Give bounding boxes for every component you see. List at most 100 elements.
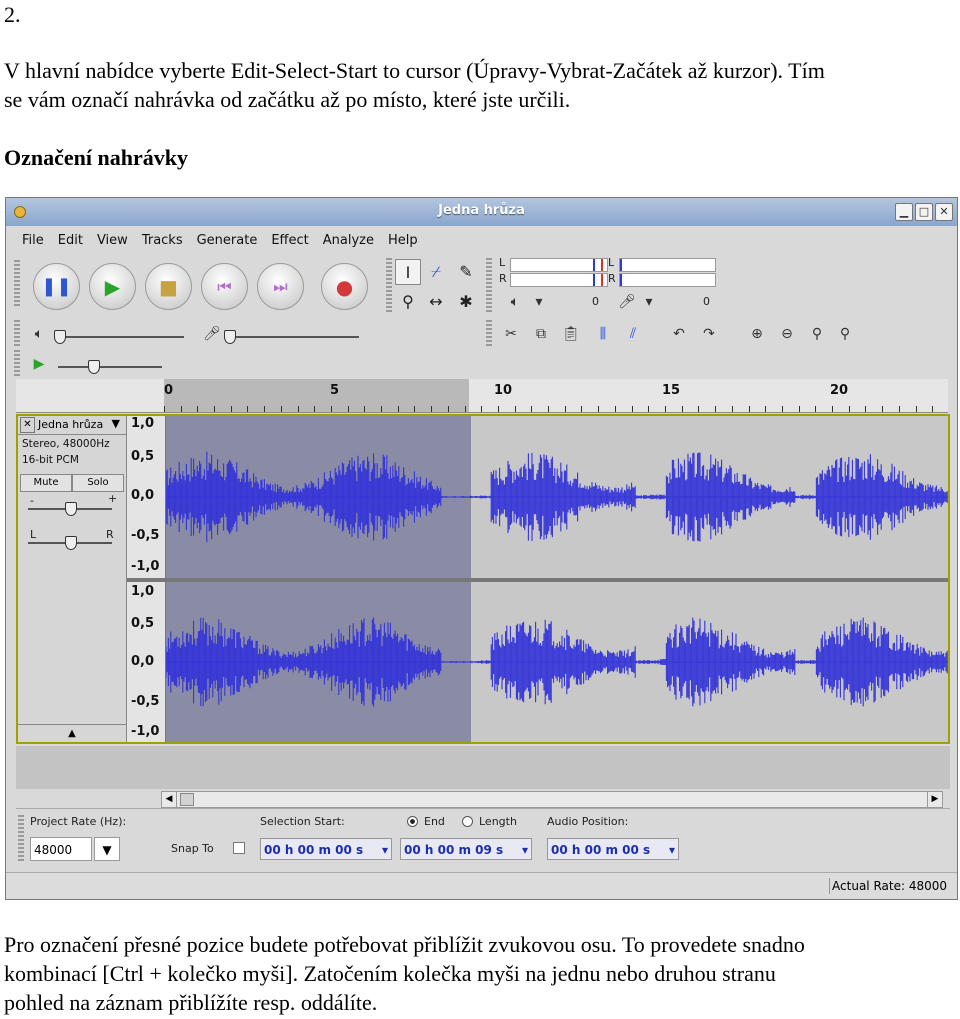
waveform-left-channel[interactable] bbox=[166, 416, 948, 578]
undo-icon[interactable]: ↶ bbox=[666, 322, 692, 346]
scroll-thumb[interactable] bbox=[180, 793, 194, 806]
ruler-tick bbox=[632, 406, 633, 412]
gain-minus: - bbox=[30, 494, 34, 507]
time-shift-tool-icon[interactable]: ↔ bbox=[423, 289, 449, 315]
time-format-dropdown-icon[interactable]: ▾ bbox=[669, 839, 675, 861]
redo-icon[interactable]: ↷ bbox=[696, 322, 722, 346]
collapse-track-icon[interactable]: ▲ bbox=[18, 724, 126, 743]
waveform-right-channel[interactable] bbox=[166, 582, 948, 742]
mixer-grip[interactable] bbox=[14, 320, 20, 346]
skip-start-button[interactable]: ⏮ bbox=[201, 263, 248, 310]
play-at-speed-icon[interactable]: ▶ bbox=[26, 352, 52, 376]
empty-track-area[interactable] bbox=[16, 746, 950, 789]
project-rate-field[interactable]: 48000 bbox=[30, 837, 92, 861]
actual-rate: Actual Rate: 48000 bbox=[829, 878, 949, 894]
input-volume-slider[interactable] bbox=[224, 330, 359, 344]
meter-grip[interactable] bbox=[486, 258, 492, 314]
title-bar[interactable]: Jedna hrůza ▁ □ ✕ bbox=[6, 198, 957, 226]
ruler-tick bbox=[364, 406, 365, 412]
paste-icon[interactable]: 📋︎ bbox=[558, 322, 584, 346]
meter-left-label: L bbox=[499, 256, 506, 269]
track-menu-icon[interactable]: ▼ bbox=[112, 417, 120, 430]
ruler-tick bbox=[264, 406, 265, 412]
output-dropdown-icon[interactable]: ▾ bbox=[526, 290, 552, 314]
selection-start-time[interactable]: 00 h 00 m 00 s ▾ bbox=[260, 838, 392, 860]
speed-grip[interactable] bbox=[14, 350, 20, 376]
status-bar: Actual Rate: 48000 bbox=[6, 872, 957, 899]
menu-generate[interactable]: Generate bbox=[197, 233, 258, 248]
skip-end-button[interactable]: ⏭ bbox=[257, 263, 304, 310]
ruler-tick bbox=[481, 406, 482, 412]
ruler-tick bbox=[815, 406, 816, 412]
draw-tool-icon[interactable]: ✎ bbox=[453, 259, 479, 285]
scroll-right-icon[interactable]: ▶ bbox=[927, 792, 942, 807]
fit-selection-icon[interactable]: ⚲ bbox=[804, 322, 830, 346]
minimize-icon[interactable]: ▁ bbox=[895, 203, 913, 221]
tools-grip[interactable] bbox=[386, 258, 392, 314]
timeline-ruler[interactable]: 0 5 10 15 20 bbox=[16, 379, 948, 413]
audio-track[interactable]: ✕ Jedna hrůza ▼ Stereo, 48000Hz 16-bit P… bbox=[16, 414, 950, 744]
speaker-icon[interactable]: 🔈︎ bbox=[502, 290, 528, 314]
audio-position-time[interactable]: 00 h 00 m 00 s ▾ bbox=[547, 838, 679, 860]
ruler-tick bbox=[615, 406, 616, 412]
horizontal-scrollbar[interactable]: ◀ ▶ bbox=[161, 791, 943, 808]
selection-tool-icon[interactable]: I bbox=[395, 259, 421, 285]
project-rate-dropdown-icon[interactable]: ▼ bbox=[94, 837, 120, 861]
output-volume-slider[interactable] bbox=[54, 330, 184, 344]
track-name-bar[interactable]: ✕ Jedna hrůza ▼ bbox=[18, 416, 126, 435]
toolbar-grip[interactable] bbox=[14, 260, 20, 308]
menu-tracks[interactable]: Tracks bbox=[142, 233, 183, 248]
speed-slider[interactable] bbox=[58, 360, 162, 374]
ruler-tick bbox=[331, 406, 332, 412]
maximize-icon[interactable]: □ bbox=[915, 203, 933, 221]
zoom-tool-icon[interactable]: ⚲ bbox=[395, 289, 421, 315]
close-track-icon[interactable]: ✕ bbox=[20, 417, 35, 433]
cut-icon[interactable]: ✂ bbox=[498, 322, 524, 346]
ruler-tick bbox=[448, 406, 449, 412]
time-format-dropdown-icon[interactable]: ▾ bbox=[522, 839, 528, 861]
gain-slider[interactable] bbox=[28, 502, 112, 516]
zoom-out-icon[interactable]: ⊖ bbox=[774, 322, 800, 346]
ruler-tick bbox=[832, 406, 833, 412]
pan-slider[interactable] bbox=[28, 536, 112, 550]
menu-edit[interactable]: Edit bbox=[58, 233, 83, 248]
mute-button[interactable]: Mute bbox=[20, 474, 72, 492]
time-format-dropdown-icon[interactable]: ▾ bbox=[382, 839, 388, 861]
trim-icon[interactable]: ⫼ bbox=[590, 322, 616, 346]
edit-grip[interactable] bbox=[486, 320, 492, 346]
ruler-tick bbox=[865, 406, 866, 412]
snap-to-checkbox[interactable] bbox=[233, 842, 245, 854]
stop-button[interactable]: ■ bbox=[145, 263, 192, 310]
input-meter-zero: 0 bbox=[703, 295, 710, 308]
selection-grip[interactable] bbox=[18, 815, 24, 863]
menu-effect[interactable]: Effect bbox=[271, 233, 308, 248]
length-radio[interactable] bbox=[462, 816, 473, 827]
copy-icon[interactable]: ⧉ bbox=[528, 322, 554, 346]
input-dropdown-icon[interactable]: ▾ bbox=[636, 290, 662, 314]
ruler-tick bbox=[648, 406, 649, 412]
pause-button[interactable]: ❚❚ bbox=[33, 263, 80, 310]
menu-help[interactable]: Help bbox=[388, 233, 418, 248]
ruler-label: 20 bbox=[830, 383, 849, 398]
multi-tool-icon[interactable]: ✱ bbox=[453, 289, 479, 315]
end-radio[interactable] bbox=[407, 816, 418, 827]
record-button[interactable]: ● bbox=[321, 263, 368, 310]
menu-file[interactable]: File bbox=[22, 233, 44, 248]
solo-button[interactable]: Solo bbox=[72, 474, 124, 492]
close-icon[interactable]: ✕ bbox=[935, 203, 953, 221]
scroll-left-icon[interactable]: ◀ bbox=[162, 792, 177, 807]
zoom-in-icon[interactable]: ⊕ bbox=[744, 322, 770, 346]
selection-end-time[interactable]: 00 h 00 m 09 s ▾ bbox=[400, 838, 532, 860]
stop-icon: ■ bbox=[159, 275, 178, 299]
fit-project-icon[interactable]: ⚲ bbox=[832, 322, 858, 346]
menu-view[interactable]: View bbox=[97, 233, 128, 248]
menu-analyze[interactable]: Analyze bbox=[323, 233, 374, 248]
ruler-tick bbox=[181, 406, 182, 412]
snap-to-label: Snap To bbox=[171, 842, 214, 855]
project-rate-label: Project Rate (Hz): bbox=[30, 815, 127, 828]
envelope-tool-icon[interactable]: ⌿ bbox=[423, 259, 449, 285]
silence-icon[interactable]: ⫽ bbox=[620, 322, 646, 346]
ruler-tick bbox=[231, 406, 232, 412]
play-button[interactable]: ▶ bbox=[89, 263, 136, 310]
ruler-tick bbox=[849, 406, 850, 412]
